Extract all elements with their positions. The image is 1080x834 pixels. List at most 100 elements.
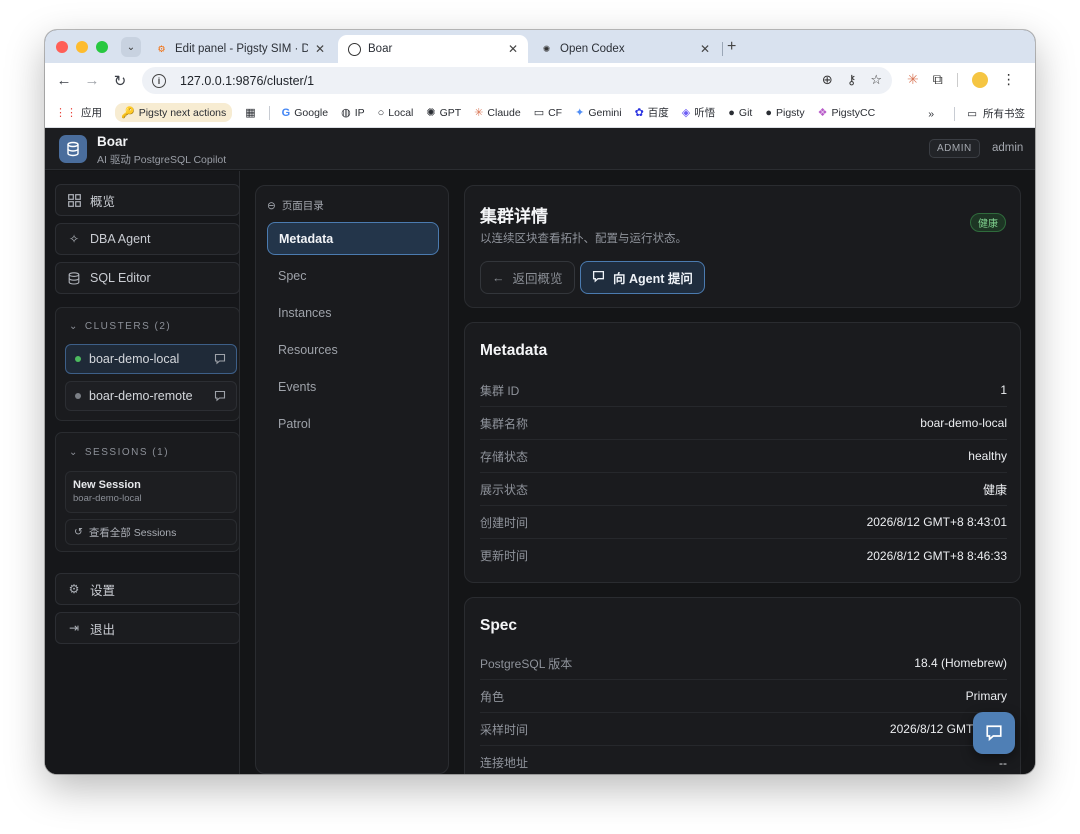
menu-kebab-icon[interactable]: ⋮	[1002, 71, 1016, 88]
folder-icon: ▭	[533, 107, 545, 119]
kv-key: PostgreSQL 版本	[480, 656, 573, 671]
button-label: 返回概览	[512, 272, 563, 286]
minimize-window-button[interactable]	[76, 41, 88, 53]
toc-item-events[interactable]: Events	[267, 370, 439, 403]
cluster-label: boar-demo-remote	[89, 389, 193, 403]
session-title: New Session	[73, 479, 141, 491]
bookmark-tingwu[interactable]: ◈ 听悟	[682, 105, 715, 120]
maximize-window-button[interactable]	[96, 41, 108, 53]
toc-item-patrol[interactable]: Patrol	[267, 407, 439, 440]
toc-item-spec[interactable]: Spec	[267, 259, 439, 292]
chat-icon[interactable]	[214, 353, 226, 368]
browser-tab-boar[interactable]: Boar ✕	[338, 35, 528, 63]
toc-item-metadata[interactable]: Metadata	[267, 222, 439, 255]
cluster-item-boar-demo-local[interactable]: boar-demo-local	[65, 344, 237, 374]
close-tab-icon[interactable]: ✕	[508, 42, 518, 56]
forward-arrow-icon[interactable]: →	[83, 72, 101, 89]
bookmark-google[interactable]: G Google	[282, 107, 328, 119]
clusters-header[interactable]: ⌄ CLUSTERS (2)	[69, 321, 171, 332]
floating-chat-button[interactable]	[973, 712, 1015, 754]
more-bookmarks-button[interactable]: »	[928, 108, 934, 120]
url-input[interactable]: i 127.0.0.1:9876/cluster/1 ⊕ ⚷ ☆	[142, 67, 892, 94]
bookmark-local[interactable]: ○ Local	[378, 107, 414, 119]
kv-row: 创建时间 2026/8/12 GMT+8 8:43:01	[480, 506, 1007, 539]
page-toc: ⊖ 页面目录 Metadata Spec Instances Resources…	[255, 185, 449, 774]
browser-tab-edit-panel[interactable]: ⚙ Edit panel - Pigsty SIM · Digi ✕	[145, 35, 335, 63]
app-logo[interactable]	[59, 135, 87, 163]
clusters-group: ⌄ CLUSTERS (2) boar-demo-local boar-demo…	[55, 307, 240, 421]
gear-icon: ⚙	[68, 582, 80, 596]
bookmark-star-icon[interactable]: ☆	[870, 72, 882, 88]
bookmark-cf[interactable]: ▭ CF	[533, 106, 562, 120]
baidu-icon: ✿	[634, 107, 644, 119]
bookmark-pigsty-next-actions[interactable]: 🔑 Pigsty next actions	[115, 103, 233, 122]
close-tab-icon[interactable]: ✕	[315, 42, 325, 56]
bookmark-ip[interactable]: ◍ IP	[341, 106, 365, 120]
page-subtitle: 以连续区块查看拓扑、配置与运行状态。	[480, 233, 687, 245]
circle-icon: ○	[377, 106, 385, 119]
password-key-icon[interactable]: ⚷	[847, 72, 857, 88]
sidebar-item-overview[interactable]: 概览	[55, 184, 240, 216]
extensions-puzzle-icon[interactable]: ⧉	[933, 71, 943, 88]
key-icon: 🔑	[121, 107, 135, 119]
bookmark-label: Local	[388, 106, 414, 119]
close-tab-icon[interactable]: ✕	[700, 42, 710, 56]
claude-extension-icon[interactable]: ✳	[907, 71, 919, 88]
app-header: Boar AI 驱动 PostgreSQL Copilot ADMIN admi…	[45, 128, 1035, 170]
new-tab-button[interactable]: +	[727, 38, 736, 56]
kv-key: 集群 ID	[480, 383, 520, 398]
sidebar-item-label: 概览	[90, 194, 116, 209]
tab-label: Open Codex	[560, 43, 625, 55]
app-title: Boar	[97, 134, 128, 149]
bookmark-apps[interactable]: ⋮⋮ 应用	[55, 105, 102, 120]
sidebar-item-label: SQL Editor	[90, 271, 151, 285]
sidebar-item-label: 退出	[90, 622, 116, 637]
app-root: Boar AI 驱动 PostgreSQL Copilot ADMIN admi…	[45, 128, 1035, 774]
bookmark-label: Claude	[487, 106, 521, 119]
bookmark-git[interactable]: ● Git	[728, 107, 752, 119]
ask-agent-button[interactable]: 向 Agent 提问	[580, 261, 705, 294]
bookmark-claude[interactable]: ✳ Claude	[474, 106, 521, 120]
bookmark-gpt[interactable]: ✺ GPT	[426, 106, 461, 120]
browser-tab-open-codex[interactable]: ✺ Open Codex ✕	[530, 35, 720, 63]
sidebar-item-dba-agent[interactable]: ✧ DBA Agent	[55, 223, 240, 255]
sidebar-item-logout[interactable]: ⇥ 退出	[55, 612, 240, 644]
toc-item-instances[interactable]: Instances	[267, 296, 439, 329]
tab-separator	[722, 42, 723, 56]
chevron-down-icon: ⌄	[69, 321, 79, 332]
sidebar: 概览 ✧ DBA Agent SQL Editor ⌄ CLUSTERS (2)	[45, 171, 240, 774]
chat-icon[interactable]	[214, 390, 226, 405]
kv-key: 存储状态	[480, 449, 529, 464]
all-bookmarks-button[interactable]: 所有书签	[983, 106, 1025, 121]
profile-avatar[interactable]	[971, 71, 988, 88]
tab-bar: ⌄ ⚙ Edit panel - Pigsty SIM · Digi ✕ Boa…	[45, 30, 1035, 63]
logout-icon: ⇥	[68, 621, 80, 635]
back-arrow-icon[interactable]: ←	[55, 72, 73, 89]
gemini-icon: ✦	[575, 107, 585, 119]
bookmark-pigsty[interactable]: ● Pigsty	[765, 107, 804, 119]
kv-row: 连接地址 --	[480, 746, 1007, 774]
browser-window: ⌄ ⚙ Edit panel - Pigsty SIM · Digi ✕ Boa…	[45, 30, 1035, 774]
cluster-item-boar-demo-remote[interactable]: boar-demo-remote	[65, 381, 237, 411]
zoom-icon[interactable]: ⊕	[822, 72, 833, 88]
back-to-overview-button[interactable]: ← 返回概览	[480, 261, 575, 294]
view-all-sessions-button[interactable]: ↺ 查看全部 Sessions	[65, 519, 237, 545]
tab-search-button[interactable]: ⌄	[121, 37, 141, 57]
user-name[interactable]: admin	[992, 142, 1023, 154]
section-title: Metadata	[480, 342, 548, 359]
bookmark-grid[interactable]: ▦	[245, 106, 255, 119]
sessions-header[interactable]: ⌄ SESSIONS (1)	[69, 447, 169, 458]
bookmark-gemini[interactable]: ✦ Gemini	[575, 106, 621, 120]
reload-icon[interactable]: ↻	[111, 72, 129, 90]
site-info-icon[interactable]: i	[152, 73, 166, 88]
tab-label: Boar	[368, 43, 393, 55]
sidebar-item-sql-editor[interactable]: SQL Editor	[55, 262, 240, 294]
session-item[interactable]: New Session boar-demo-local	[65, 471, 237, 513]
toc-item-resources[interactable]: Resources	[267, 333, 439, 366]
bookmark-pigstycc[interactable]: ❖ PigstyCC	[818, 106, 876, 120]
sidebar-item-settings[interactable]: ⚙ 设置	[55, 573, 240, 605]
link-icon: ⊖	[267, 199, 276, 212]
kv-row: 展示状态 健康	[480, 473, 1007, 506]
bookmark-baidu[interactable]: ✿ 百度	[635, 105, 669, 120]
close-window-button[interactable]	[56, 41, 68, 53]
